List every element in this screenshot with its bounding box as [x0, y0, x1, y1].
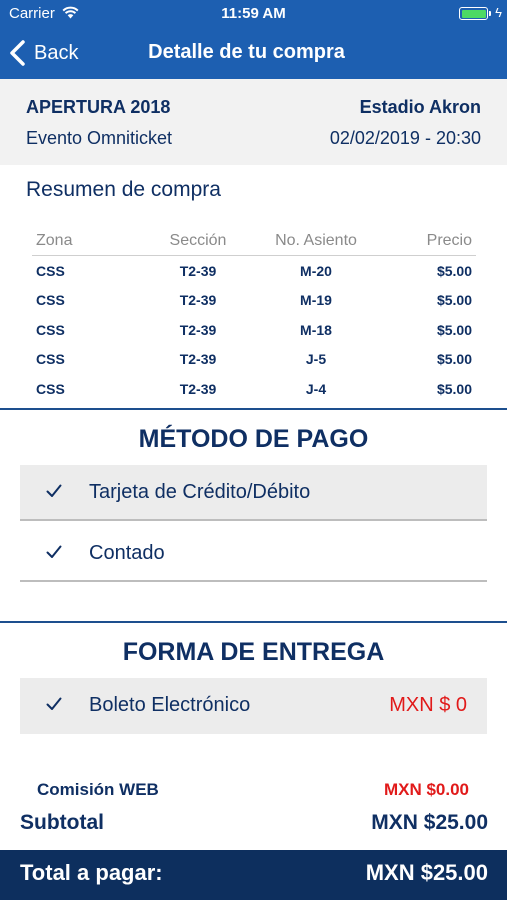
table-row: CSS T2-39 J-5 $5.00: [32, 344, 476, 373]
event-name: APERTURA 2018: [26, 97, 171, 117]
page-title: Detalle de tu compra: [148, 41, 345, 63]
navigation-bar: Back Detalle de tu compra: [0, 27, 507, 79]
column-header-asiento: No. Asiento: [275, 232, 357, 249]
table-row: CSS T2-39 M-18 $5.00: [32, 315, 476, 344]
checkmark-icon: [46, 697, 62, 710]
delivery-option-amount: MXN $ 0: [389, 694, 467, 716]
cell-precio: $5.00: [436, 321, 472, 338]
battery-tip: [489, 11, 491, 16]
cell-asiento: M-18: [300, 321, 332, 338]
checkmark-icon: [46, 484, 62, 497]
cell-precio: $5.00: [436, 263, 472, 279]
section-divider: [0, 408, 507, 410]
event-organizer: Evento Omniticket: [26, 128, 173, 148]
clock: 11:59 AM: [221, 5, 286, 22]
payment-option-label: Tarjeta de Crédito/Débito: [89, 481, 311, 503]
event-venue: Estadio Akron: [359, 97, 481, 117]
status-bar: Carrier 11:59 AM ϟ: [0, 0, 507, 27]
table-row: CSS T2-39 J-4 $5.00: [32, 374, 476, 403]
delivery-option-label: Boleto Electrónico: [89, 694, 251, 716]
section-divider: [0, 621, 507, 623]
column-header-zona: Zona: [36, 232, 73, 249]
battery-icon: [459, 7, 488, 20]
summary-title: Resumen de compra: [26, 178, 221, 201]
cell-seccion: T2-39: [179, 321, 217, 338]
total-label: Total a pagar:: [20, 860, 163, 885]
table-header: Zona Sección No. Asiento Precio: [32, 226, 476, 256]
cell-precio: $5.00: [436, 292, 472, 309]
cell-zona: CSS: [36, 380, 65, 397]
table-row: CSS T2-39 M-19 $5.00: [32, 285, 476, 314]
fee-value: MXN $0.00: [383, 780, 469, 799]
payment-option-card[interactable]: Tarjeta de Crédito/Débito: [20, 465, 487, 521]
cell-asiento: M-19: [300, 292, 332, 309]
total-bar: Total a pagar: MXN $25.00: [0, 850, 507, 900]
cell-zona: CSS: [36, 263, 65, 279]
cell-precio: $5.00: [436, 351, 472, 368]
cell-zona: CSS: [36, 321, 65, 338]
column-header-precio: Precio: [426, 232, 472, 249]
cell-seccion: T2-39: [179, 380, 217, 397]
cell-asiento: J-5: [305, 351, 327, 368]
delivery-section-title: FORMA DE ENTREGA: [122, 638, 385, 666]
cell-seccion: T2-39: [179, 263, 217, 279]
subtotal-value: MXN $25.00: [371, 811, 488, 834]
delivery-option-eticket[interactable]: Boleto Electrónico MXN $ 0: [20, 678, 487, 734]
table-row: CSS T2-39 M-20 $5.00: [32, 256, 476, 285]
payment-section-title: MÉTODO DE PAGO: [138, 425, 369, 453]
column-header-seccion: Sección: [169, 232, 227, 249]
purchase-table: Zona Sección No. Asiento Precio CSS T2-3…: [32, 226, 476, 403]
cell-seccion: T2-39: [179, 351, 217, 368]
cell-asiento: J-4: [305, 380, 327, 397]
checkmark-icon: [46, 545, 62, 558]
event-info: APERTURA 2018 Estadio Akron Evento Omnit…: [0, 79, 507, 165]
fee-label: Comisión WEB: [37, 780, 159, 799]
cell-seccion: T2-39: [179, 292, 217, 309]
cell-zona: CSS: [36, 351, 65, 368]
event-datetime: 02/02/2019 - 20:30: [329, 128, 481, 148]
payment-option-label: Contado: [89, 542, 165, 564]
charging-bolt-icon: ϟ: [495, 5, 502, 20]
cell-precio: $5.00: [436, 380, 472, 397]
total-value: MXN $25.00: [365, 860, 488, 885]
cell-asiento: M-20: [300, 263, 332, 279]
subtotal-label: Subtotal: [20, 811, 104, 834]
cell-zona: CSS: [36, 292, 65, 309]
payment-option-cash[interactable]: Contado: [20, 526, 487, 582]
